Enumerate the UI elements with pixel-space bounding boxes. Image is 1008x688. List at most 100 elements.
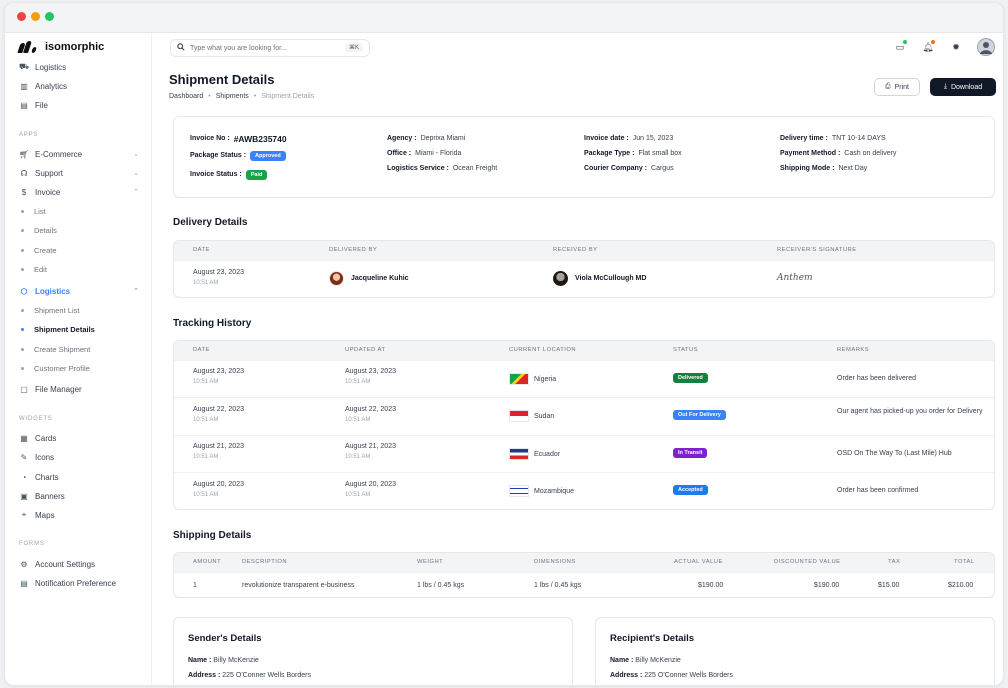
print-button[interactable]: ⎙ Print <box>874 78 920 96</box>
column-header: DATE <box>193 247 211 253</box>
sidebar-item-charts[interactable]: ◔ Charts <box>19 471 139 483</box>
location-cell: Ecuador <box>509 448 560 460</box>
sidebar-item-logistics-top[interactable]: ⛟ Logistics <box>19 61 139 73</box>
breadcrumb-separator: • <box>208 93 211 100</box>
bell-icon[interactable]: 🔔︎ <box>921 40 935 54</box>
sender-address-row: Address : 225 O'Conner Wells Borders <box>188 672 311 679</box>
breadcrumb-separator: • <box>253 93 257 100</box>
invoice-date-value: Jun 15, 2023 <box>632 135 674 142</box>
delivery-time-row: Delivery time : TNT 10-14 DAYS <box>780 131 896 146</box>
sidebar-item-banners[interactable]: ▣ Banners <box>19 490 139 502</box>
date-text: August 23, 2023 <box>193 269 244 276</box>
date-cell: August 21, 2023 10:51 AM <box>193 443 244 460</box>
office-row: Office : Miami - Florida <box>387 146 497 161</box>
logo[interactable]: isomorphic <box>17 41 104 53</box>
recipient-address: 225 O'Conner Wells Borders <box>644 672 733 679</box>
delivery-time-value: TNT 10-14 DAYS <box>831 135 886 142</box>
close-window-button[interactable] <box>17 12 26 21</box>
signature: Anthem <box>777 273 813 283</box>
location-cell: Nigeria <box>509 373 556 385</box>
search-input[interactable]: Type what you are looking for... ⌘K <box>170 39 370 57</box>
feather-icon: ✎ <box>20 452 28 462</box>
download-button[interactable]: ⤓ Download <box>930 78 996 96</box>
sidebar-item-icons[interactable]: ✎ Icons <box>19 451 139 463</box>
package-status-row: Package Status : Approved <box>190 146 287 165</box>
title-bar <box>5 3 1003 33</box>
minimize-window-button[interactable] <box>31 12 40 21</box>
breadcrumb-dashboard[interactable]: Dashboard <box>169 93 203 100</box>
bullet-icon <box>21 347 24 351</box>
messages-icon[interactable]: ▭ <box>893 40 907 54</box>
flag-icon <box>509 448 529 460</box>
recipient-name: Billy McKenzie <box>635 657 681 664</box>
sidebar-subitem-create[interactable]: Create <box>21 244 57 256</box>
subitem-label: Shipment Details <box>34 324 95 334</box>
service-row: Logistics Service : Ocean Freight <box>387 161 497 176</box>
invoice-date-row: Invoice date : Jun 15, 2023 <box>584 131 682 146</box>
breadcrumb-current: Shipment Details <box>261 93 315 100</box>
maximize-window-button[interactable] <box>45 12 54 21</box>
sidebar-item-label: Maps <box>35 510 55 520</box>
settings-icon[interactable]: ✹ <box>949 40 963 54</box>
sidebar-item-support[interactable]: ☊ Support ⌄ <box>19 167 139 179</box>
sidebar-subitem-list[interactable]: List <box>21 205 46 217</box>
bullet-icon <box>21 366 24 370</box>
avatar <box>329 271 344 286</box>
file-icon: ▤ <box>20 100 28 110</box>
total-cell: $210.00 <box>948 582 974 589</box>
sidebar-subitem-details[interactable]: Details <box>21 224 57 236</box>
date-cell: August 22, 2023 10:51 AM <box>193 406 244 423</box>
column-header: DISCOUNTED VALUE <box>774 559 841 565</box>
remark-cell: Order has been delivered <box>837 375 916 382</box>
status-badge: In Transit <box>673 448 708 458</box>
actual-value-cell: $190.00 <box>698 582 724 589</box>
sidebar-item-file-manager[interactable]: ▢ File Manager <box>19 383 139 395</box>
column-header: AMOUNT <box>193 559 222 565</box>
date-text: August 23, 2023 <box>193 368 244 375</box>
flag-icon <box>509 485 529 497</box>
sidebar-item-analytics[interactable]: ▥ Analytics <box>19 80 139 92</box>
column-header: RECEIVED BY <box>553 247 598 253</box>
status-cell: Out For Delivery <box>673 410 726 420</box>
time-text: 10:51 AM <box>345 379 371 385</box>
sidebar-subitem-edit[interactable]: Edit <box>21 263 47 275</box>
sidebar-item-account-settings[interactable]: ⚙ Account Settings <box>19 558 139 570</box>
user-settings-icon: ⚙ <box>20 559 28 569</box>
sidebar-subitem-shipment-details[interactable]: Shipment Details <box>21 323 95 335</box>
sender-name: Billy McKenzie <box>213 657 259 664</box>
sidebar-subitem-shipment-list[interactable]: Shipment List <box>21 304 79 316</box>
location-text: Sudan <box>534 412 555 420</box>
sidebar-item-cards[interactable]: ▦ Cards <box>19 432 139 444</box>
sidebar-item-ecommerce[interactable]: 🛒︎ E-Commerce ⌄ <box>19 148 139 160</box>
field-label: Address : <box>610 672 643 679</box>
sidebar-item-file[interactable]: ▤ File <box>19 99 139 111</box>
sidebar-item-logistics[interactable]: ⬡ Logistics ⌃ <box>19 285 140 297</box>
sidebar-item-maps[interactable]: ⌖ Maps <box>19 509 139 521</box>
package-status-badge: Approved <box>250 150 286 161</box>
status-badge: Out For Delivery <box>673 410 726 420</box>
time-text: 10:51 AM <box>193 492 219 498</box>
sidebar-subitem-create-shipment[interactable]: Create Shipment <box>21 343 90 355</box>
recipient-name-row: Name : Billy McKenzie <box>610 657 681 664</box>
column-header: STATUS <box>673 347 699 353</box>
chevron-down-icon: ⌄ <box>133 170 139 177</box>
courier-row: Courier Company : Cargus <box>584 161 682 176</box>
table-row: August 20, 2023 10:51 AM August 20, 2023 1… <box>174 472 994 509</box>
time-text: 10:51 AM <box>345 492 371 498</box>
user-avatar[interactable] <box>977 38 995 56</box>
field-label: Invoice No : <box>190 135 230 142</box>
table-row: August 23, 2023 10:51 AM Jacqueline Kuhic… <box>174 260 994 297</box>
remark-cell: OSD On The Way To (Last Mile) Hub <box>837 450 952 457</box>
table-header: DATE DELIVERED BY RECEIVED BY RECEIVER'S… <box>174 241 994 260</box>
search-icon <box>177 43 185 53</box>
sidebar-item-invoice[interactable]: $ Invoice ⌃ <box>19 186 139 198</box>
truck-icon: ⛟ <box>18 62 30 71</box>
bullet-icon <box>21 327 24 331</box>
section-title-widgets: WIDGETS <box>19 416 53 422</box>
tax-cell: $15.00 <box>878 582 900 589</box>
sidebar-subitem-customer-profile[interactable]: Customer Profile <box>21 362 90 374</box>
sidebar-item-notification-preference[interactable]: ▤ Notification Preference <box>19 577 139 589</box>
print-label: Print <box>894 83 909 91</box>
breadcrumb-shipments[interactable]: Shipments <box>216 93 249 100</box>
date-cell: August 23, 2023 10:51 AM <box>193 368 244 385</box>
